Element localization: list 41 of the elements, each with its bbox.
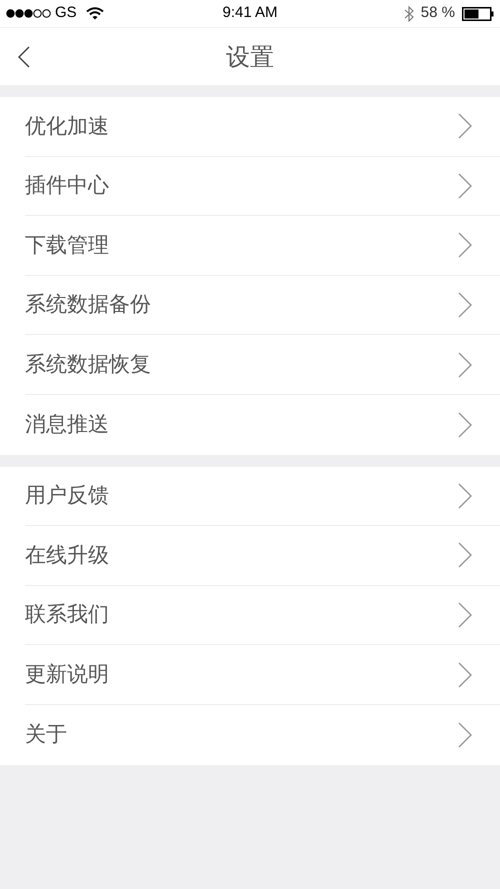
chevron-right-icon — [458, 412, 472, 438]
settings-label: 更新说明 — [25, 660, 110, 688]
chevron-right-icon — [458, 352, 472, 378]
battery-icon — [462, 6, 494, 20]
settings-row[interactable]: 系统数据备份 — [25, 276, 500, 336]
settings-label: 在线升级 — [25, 542, 110, 569]
settings-row[interactable]: 用户反馈 — [25, 466, 500, 526]
settings-label: 优化加速 — [25, 112, 110, 140]
settings-label: 用户反馈 — [25, 482, 110, 510]
page-title: 设置 — [226, 42, 274, 72]
settings-label: 系统数据恢复 — [25, 350, 152, 378]
settings-row[interactable]: 更新说明 — [25, 645, 500, 705]
settings-row[interactable]: 系统数据恢复 — [25, 335, 500, 395]
settings-row[interactable]: 优化加速 — [25, 97, 500, 157]
settings-row[interactable]: 联系我们 — [25, 586, 500, 646]
bluetooth-icon — [404, 6, 414, 22]
chevron-right-icon — [458, 292, 472, 318]
settings-label: 关于 — [25, 720, 68, 748]
battery-percentage: 58 % — [420, 3, 455, 24]
chevron-right-icon — [458, 113, 472, 140]
settings-label: 插件中心 — [25, 172, 110, 200]
settings-row[interactable]: 在线升级 — [25, 526, 500, 586]
wifi-icon — [86, 7, 104, 20]
settings-label: 联系我们 — [25, 601, 110, 628]
settings-row[interactable]: 下载管理 — [25, 216, 500, 276]
chevron-right-icon — [458, 482, 472, 509]
chevron-right-icon — [458, 542, 472, 568]
settings-row[interactable]: 关于 — [25, 704, 500, 765]
settings-label: 系统数据备份 — [25, 291, 152, 318]
chevron-right-icon — [458, 602, 472, 628]
chevron-right-icon — [458, 172, 472, 199]
status-time: 9:41 AM — [222, 3, 278, 24]
settings-label: 消息推送 — [25, 411, 110, 438]
chevron-right-icon — [458, 232, 472, 258]
settings-label: 下载管理 — [25, 232, 110, 259]
settings-row[interactable]: 插件中心 — [25, 156, 500, 216]
chevron-right-icon — [458, 722, 472, 748]
signal-icon — [6, 9, 52, 18]
settings-row[interactable]: 消息推送 — [25, 394, 500, 455]
carrier-name: GS — [55, 3, 77, 24]
chevron-right-icon — [458, 662, 472, 688]
